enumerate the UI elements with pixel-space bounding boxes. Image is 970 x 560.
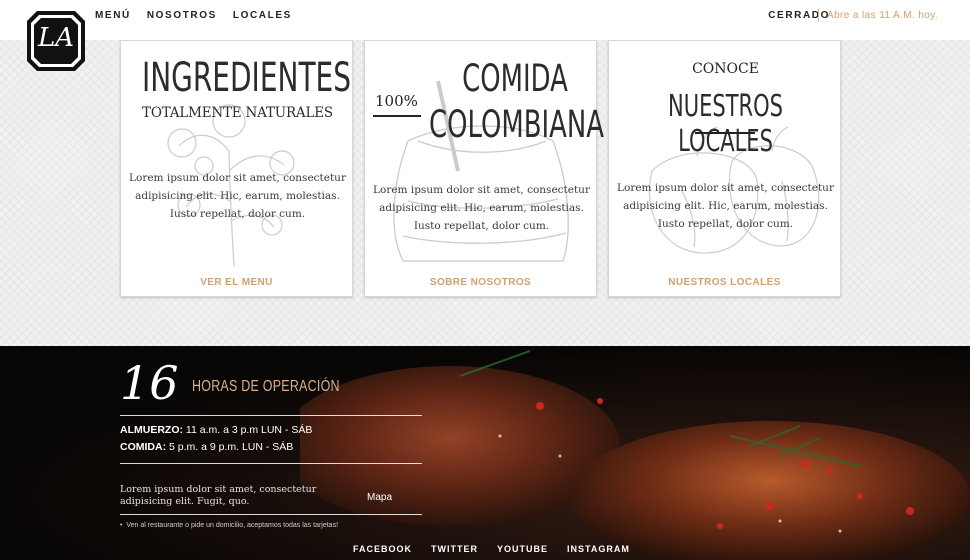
opening-time: Abre a las 11 A.M. hoy. [827,10,939,21]
youtube-link[interactable]: YOUTUBE [497,544,548,554]
sobre-nosotros-link[interactable]: SOBRE NOSOTROS [365,277,596,288]
lunch-label: ALMUERZO: [120,424,183,436]
hours-number: 16 [120,356,179,410]
divider [120,514,422,515]
card-text: Lorem ipsum dolor sit amet, consectetur … [373,184,590,232]
card-subtitle: TOTALMENTE NATURALES [142,105,333,121]
hours-panel: 16 HORAS DE OPERACIÓN ALMUERZO: 11 a.m. … [120,360,422,529]
card-title: INGREDIENTES [141,55,352,101]
nav-nosotros[interactable]: NOSOTROS [147,10,217,21]
main-nav: MENÚ NOSOTROS LOCALES [95,10,292,21]
ver-menu-link[interactable]: VER EL MENU [121,277,352,288]
card-locales: CONOCE NUESTROS LOCALES Lorem ipsum dolo… [608,40,841,297]
site-header: MENÚ NOSOTROS LOCALES CERRADO Abre a las… [0,0,970,40]
logo[interactable]: LA [25,9,87,73]
card-title-line1: COMIDA [462,57,568,100]
lunch-hours: ALMUERZO: 11 a.m. a 3 p.m LUN - SÁB [120,424,312,436]
dinner-hours: COMIDA: 5 p.m. a 9 p.m. LUN - SÁB [120,441,293,453]
status-divider [818,9,819,22]
card-comida: 100% COMIDA COLOMBIANA Lorem ipsum dolor… [364,40,604,297]
social-links: FACEBOOK TWITTER YOUTUBE INSTAGRAM [353,544,630,554]
divider [120,415,422,416]
lunch-value: 11 a.m. a 3 p.m LUN - SÁB [183,424,313,436]
hours-description: Lorem ipsum dolor sit amet, consectetur … [120,484,317,507]
hours-section: 16 HORAS DE OPERACIÓN ALMUERZO: 11 a.m. … [0,346,970,560]
card-text: Lorem ipsum dolor sit amet, consectetur … [617,182,834,230]
map-link[interactable]: Mapa [367,492,392,503]
badge-underline [373,115,421,117]
nuestros-locales-link[interactable]: NUESTROS LOCALES [609,277,840,288]
dinner-value: 5 p.m. a 9 p.m. LUN - SÁB [166,441,294,453]
logo-text: LA [37,23,75,53]
delivery-note: • Ven al restaurante o pide un domicilio… [120,522,339,529]
card-text: Lorem ipsum dolor sit amet, consectetur … [129,172,346,220]
card-title-line2: COLOMBIANA [429,103,604,146]
dinner-label: COMIDA: [120,441,167,453]
card-kicker: CONOCE [692,61,759,77]
card-ingredientes: INGREDIENTES TOTALMENTE NATURALES Lorem … [120,40,353,297]
delivery-note-text: Ven al restaurante o pide un domicilio, … [126,522,339,529]
hours-title: HORAS DE OPERACIÓN [192,378,340,395]
instagram-link[interactable]: INSTAGRAM [567,544,630,554]
title-underline [695,132,755,134]
divider [120,463,422,464]
card-title: NUESTROS LOCALES [668,89,783,159]
nav-locales[interactable]: LOCALES [233,10,292,21]
facebook-link[interactable]: FACEBOOK [353,544,412,554]
percent-badge: 100% [375,92,418,110]
open-status: CERRADO [768,10,830,21]
nav-menu[interactable]: MENÚ [95,10,131,21]
twitter-link[interactable]: TWITTER [431,544,478,554]
